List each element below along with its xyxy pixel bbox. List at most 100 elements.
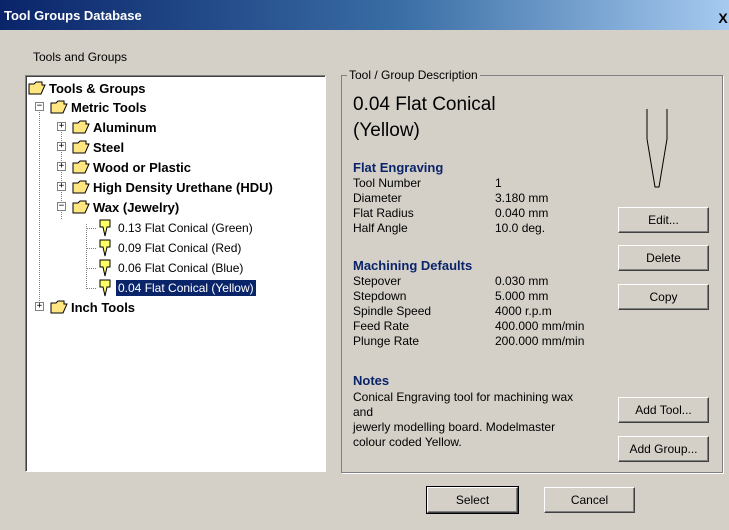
property-value: 200.000 mm/min <box>495 334 585 348</box>
folder-icon <box>72 140 90 154</box>
tree-node-tool[interactable]: 0.06 Flat Conical (Blue) <box>98 258 245 278</box>
tool-bit-icon <box>99 239 111 257</box>
title-bar[interactable]: Tool Groups Database X <box>0 0 729 30</box>
expand-icon[interactable]: + <box>57 142 66 151</box>
tree-node-group[interactable]: Wood or Plastic <box>72 157 191 177</box>
property-row: Half Angle 10.0 deg. <box>353 221 545 236</box>
property-row: Plunge Rate 200.000 mm/min <box>353 334 584 349</box>
expand-icon[interactable]: + <box>57 122 66 131</box>
property-row: Feed Rate 400.000 mm/min <box>353 319 584 334</box>
tree-node-tool-selected[interactable]: 0.04 Flat Conical (Yellow) <box>98 278 257 298</box>
add-tool-button[interactable]: Add Tool... <box>618 397 709 423</box>
select-button[interactable]: Select <box>426 486 519 514</box>
flat-engraving-heading: Flat Engraving <box>353 160 444 175</box>
cancel-button[interactable]: Cancel <box>544 487 635 513</box>
tree-node-inch-tools[interactable]: Inch Tools <box>50 297 135 317</box>
property-row: Spindle Speed 4000 r.p.m <box>353 304 552 319</box>
folder-icon <box>72 200 90 214</box>
tree-connector <box>86 224 87 289</box>
property-label: Tool Number <box>353 176 422 190</box>
property-label: Half Angle <box>353 221 408 235</box>
tree-node-label: 0.13 Flat Conical (Green) <box>118 221 253 235</box>
tool-bit-icon <box>99 259 111 277</box>
property-value: 0.030 mm <box>495 274 549 288</box>
window-title: Tool Groups Database <box>4 7 142 23</box>
tool-tree[interactable]: Tools & Groups − Metric Tools + Aluminum… <box>25 75 326 472</box>
delete-button[interactable]: Delete <box>618 245 709 271</box>
property-value: 5.000 mm <box>495 289 549 303</box>
tree-connector <box>86 288 96 289</box>
tree-node-label: 0.09 Flat Conical (Red) <box>118 241 242 255</box>
tool-name-title: 0.04 Flat Conical (Yellow) <box>353 92 496 144</box>
expand-icon[interactable]: + <box>57 182 66 191</box>
property-value: 10.0 deg. <box>495 221 546 235</box>
expand-icon[interactable]: + <box>35 302 44 311</box>
tool-name-line: 0.04 Flat Conical <box>353 94 496 115</box>
tree-node-label: Inch Tools <box>71 299 136 315</box>
copy-button[interactable]: Copy <box>618 284 709 310</box>
property-value: 3.180 mm <box>495 191 549 205</box>
property-label: Plunge Rate <box>353 334 420 348</box>
tree-connector <box>86 268 96 269</box>
tree-node-group[interactable]: Wax (Jewelry) <box>72 197 179 217</box>
tool-bit-icon <box>99 279 111 297</box>
machining-defaults-heading: Machining Defaults <box>353 258 473 273</box>
tree-node-metric-tools[interactable]: Metric Tools <box>50 97 147 117</box>
property-row: Stepdown 5.000 mm <box>353 289 548 304</box>
tree-node-label: Tools & Groups <box>49 80 146 96</box>
notes-line: colour coded Yellow. <box>353 435 462 449</box>
tree-connector <box>86 248 96 249</box>
tree-node-tool[interactable]: 0.09 Flat Conical (Red) <box>98 238 243 258</box>
property-label: Spindle Speed <box>353 304 432 318</box>
tree-node-label: Wax (Jewelry) <box>93 199 180 215</box>
folder-icon <box>50 300 68 314</box>
collapse-icon[interactable]: − <box>57 202 66 211</box>
folder-icon <box>50 100 68 114</box>
tree-node-label: 0.06 Flat Conical (Blue) <box>118 261 244 275</box>
property-value: 1 <box>495 176 502 190</box>
property-label: Diameter <box>353 191 402 205</box>
tool-groups-dialog: Tool Groups Database X Tools and Groups … <box>0 0 729 530</box>
property-label: Stepover <box>353 274 402 288</box>
tree-node-root[interactable]: Tools & Groups <box>28 78 146 98</box>
tree-node-label: Aluminum <box>93 119 157 135</box>
notes-line: Conical Engraving tool for machining wax <box>353 390 574 404</box>
property-row: Flat Radius 0.040 mm <box>353 206 548 221</box>
tree-connector <box>86 228 96 229</box>
add-group-button[interactable]: Add Group... <box>618 436 709 462</box>
notes-line: jewerly modelling board. Modelmaster <box>353 420 556 434</box>
tree-node-label: Steel <box>93 139 125 155</box>
tree-node-label: High Density Urethane (HDU) <box>93 179 273 195</box>
folder-icon <box>28 81 46 95</box>
property-value: 4000 r.p.m <box>495 304 552 318</box>
notes-line: and <box>353 405 374 419</box>
notes-text: Conical Engraving tool for machining wax… <box>353 390 601 450</box>
tool-name-line: (Yellow) <box>353 120 420 141</box>
tree-node-group[interactable]: Steel <box>72 137 124 157</box>
property-value: 0.040 mm <box>495 206 549 220</box>
notes-heading: Notes <box>353 373 390 388</box>
property-value: 400.000 mm/min <box>495 319 585 333</box>
tree-node-group[interactable]: Aluminum <box>72 117 157 137</box>
collapse-icon[interactable]: − <box>35 102 44 111</box>
property-row: Diameter 3.180 mm <box>353 191 548 206</box>
group-title: Tool / Group Description <box>347 68 480 82</box>
property-label: Flat Radius <box>353 206 414 220</box>
expand-icon[interactable]: + <box>57 162 66 171</box>
folder-icon <box>72 120 90 134</box>
tools-and-groups-label: Tools and Groups <box>33 50 128 64</box>
tree-node-group[interactable]: High Density Urethane (HDU) <box>72 177 273 197</box>
folder-icon <box>72 160 90 174</box>
tree-node-tool[interactable]: 0.13 Flat Conical (Green) <box>98 218 255 238</box>
property-row: Tool Number 1 <box>353 176 502 191</box>
tree-node-label: 0.04 Flat Conical (Yellow) <box>115 279 257 297</box>
property-label: Stepdown <box>353 289 407 303</box>
tool-bit-icon <box>99 219 111 237</box>
tree-connector <box>39 102 40 307</box>
tree-node-label: Wood or Plastic <box>93 159 191 175</box>
property-row: Stepover 0.030 mm <box>353 274 548 289</box>
tool-profile-icon <box>646 109 668 188</box>
folder-icon <box>72 180 90 194</box>
close-icon[interactable]: X <box>717 10 729 26</box>
edit-button[interactable]: Edit... <box>618 207 709 233</box>
